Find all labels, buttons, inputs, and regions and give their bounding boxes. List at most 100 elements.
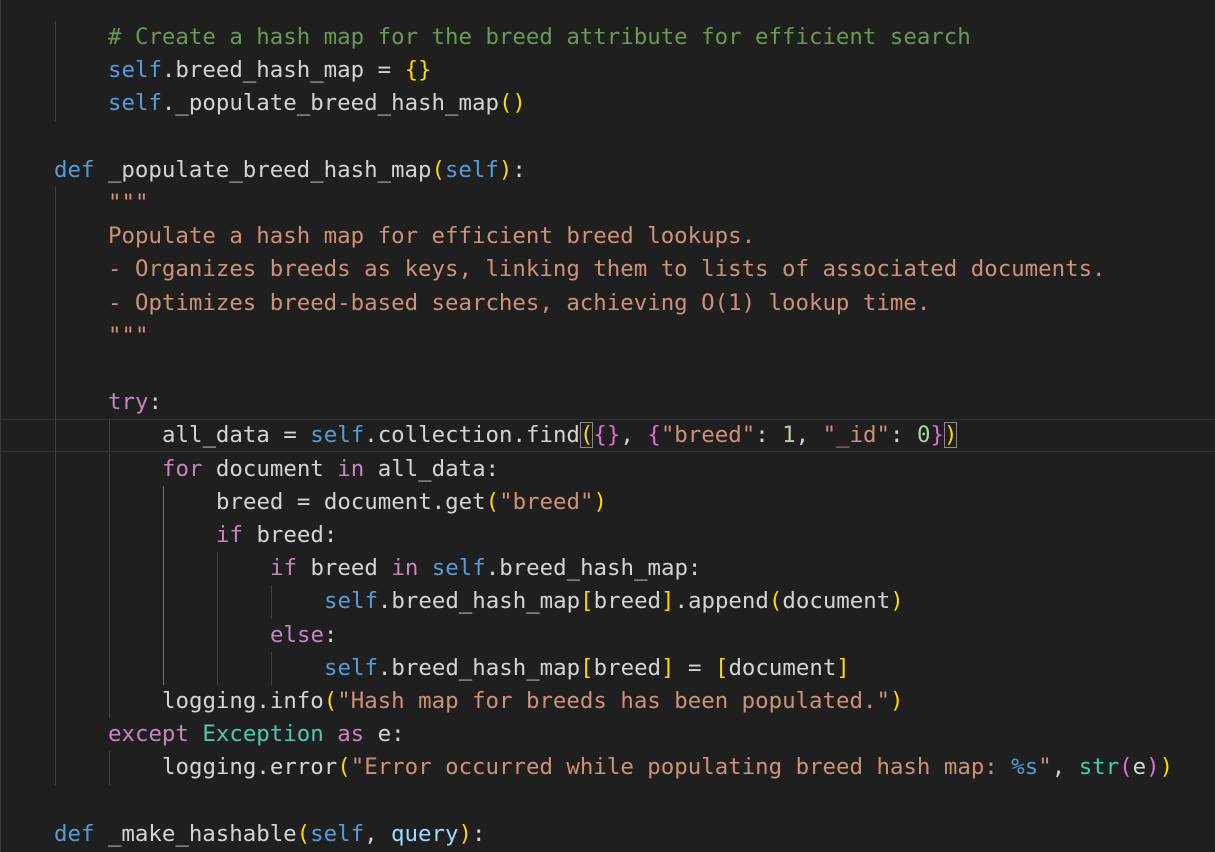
code-token: _make_hashable [107,820,297,847]
code-token: ) [458,820,472,847]
code-line-content: - Organizes breeds as keys, linking them… [108,253,1106,286]
code-line[interactable]: self.breed_hash_map[breed] = [document] [0,652,1215,685]
code-line-content: def _populate_breed_hash_map(self): [54,154,526,187]
code-token: : [471,820,486,847]
code-token: ( [579,422,594,449]
code-line-content: except Exception as e: [108,718,405,751]
code-token: [ [580,588,594,615]
code-token: if [270,555,297,582]
code-token: document [782,588,891,615]
code-line[interactable]: try: [0,386,1215,419]
code-token: ._populate_breed_hash_map [161,90,499,117]
code-line[interactable]: if breed in self.breed_hash_map: [0,552,1215,585]
code-line[interactable] [0,353,1215,386]
code-token: ) [889,688,904,714]
code-token: ( [1119,754,1133,781]
code-line[interactable]: Populate a hash map for efficient breed … [0,220,1215,253]
code-token: self [108,57,162,84]
code-token: ) [593,488,607,515]
code-token: e: [364,721,405,748]
code-token: all_data = [162,422,311,449]
code-line[interactable]: all_data = self.collection.find({}, {"br… [0,419,1215,453]
code-line[interactable]: logging.error("Error occurred while popu… [0,751,1215,784]
code-token: ] [661,588,675,615]
code-line-content: - Optimizes breed-based searches, achiev… [108,287,930,320]
code-token: except [108,721,189,748]
code-token: .collection.find [364,422,580,449]
code-token: ) [943,422,958,449]
code-line-content: for document in all_data: [162,453,499,486]
code-token: self [324,588,378,615]
code-line[interactable] [0,121,1215,154]
code-token: logging.error [162,754,338,781]
code-token: ( [296,820,311,847]
code-line[interactable]: if breed: [0,519,1215,552]
code-token: """ [108,322,149,349]
code-token: _populate_breed_hash_map [107,156,432,183]
code-line[interactable]: # Create a hash map for the breed attrib… [0,21,1215,54]
code-line[interactable]: self.breed_hash_map = {} [0,54,1215,87]
code-token: " [1038,754,1052,781]
code-token: for [162,455,203,482]
code-token: ] [836,654,850,681]
code-token: ( [431,156,445,183]
code-line[interactable]: breed = document.get("breed") [0,486,1215,519]
code-token: self [444,156,499,183]
code-token: else [270,621,324,648]
code-token: : [512,156,526,183]
code-line[interactable]: self._populate_breed_hash_map() [0,87,1215,120]
code-line[interactable]: except Exception as e: [0,718,1215,751]
code-token: {} [593,422,621,449]
code-token: : [755,422,783,449]
code-line-content: self._populate_breed_hash_map() [108,87,526,120]
code-line[interactable]: def _populate_breed_hash_map(self): [0,154,1215,187]
code-token: "breed" [499,488,594,515]
code-token: .append [674,588,769,615]
code-token: breed = document.get [216,488,486,515]
code-token: "Hash map for breeds has been populated.… [337,688,890,714]
code-token: .breed_hash_map [377,654,581,681]
code-line[interactable]: """ [0,320,1215,353]
code-token: breed [593,588,662,615]
code-token: # Create a hash map for the breed attrib… [108,24,971,50]
code-token: self [431,555,486,582]
code-line-content: Populate a hash map for efficient breed … [108,220,755,253]
code-token: self [324,654,378,681]
code-line-content: self.breed_hash_map = {} [108,54,432,87]
code-token: ( [337,754,351,781]
code-line-content: """ [108,187,148,220]
code-token: "_id" [822,422,891,449]
code-line[interactable]: """ [0,187,1215,220]
code-line[interactable]: - Optimizes breed-based searches, achiev… [0,287,1215,320]
code-token: self [108,90,162,117]
code-line[interactable]: logging.info("Hash map for breeds has be… [0,685,1215,718]
code-token: in [337,455,365,482]
code-token: Exception [202,721,324,748]
code-token: = [674,654,715,681]
code-line-content: self.breed_hash_map[breed].append(docume… [324,585,904,618]
code-token: document [202,455,338,482]
code-line-content: all_data = self.collection.find({}, {"br… [162,420,958,451]
code-token: """ [108,190,149,216]
code-editor[interactable]: # Create a hash map for the breed attrib… [0,0,1215,852]
code-line[interactable] [0,785,1215,818]
code-line[interactable]: for document in all_data: [0,453,1215,486]
code-line[interactable]: def _make_hashable(self, query): [0,818,1215,851]
code-token: breed [296,555,392,582]
code-line[interactable]: - Organizes breeds as keys, linking them… [0,253,1215,286]
code-line-content: try: [108,386,162,419]
code-token: self [310,820,365,847]
code-token: () [498,90,526,117]
code-line[interactable]: else: [0,619,1215,652]
code-token: 1 [782,422,796,449]
code-token: %s [1011,754,1039,781]
code-token: {} [404,57,432,84]
code-token: : [890,422,917,449]
code-line-content: logging.error("Error occurred while popu… [162,751,1173,784]
code-line[interactable]: self.breed_hash_map[breed].append(docume… [0,585,1215,618]
code-token: str [1078,754,1120,781]
code-token: .breed_hash_map = [161,57,405,84]
